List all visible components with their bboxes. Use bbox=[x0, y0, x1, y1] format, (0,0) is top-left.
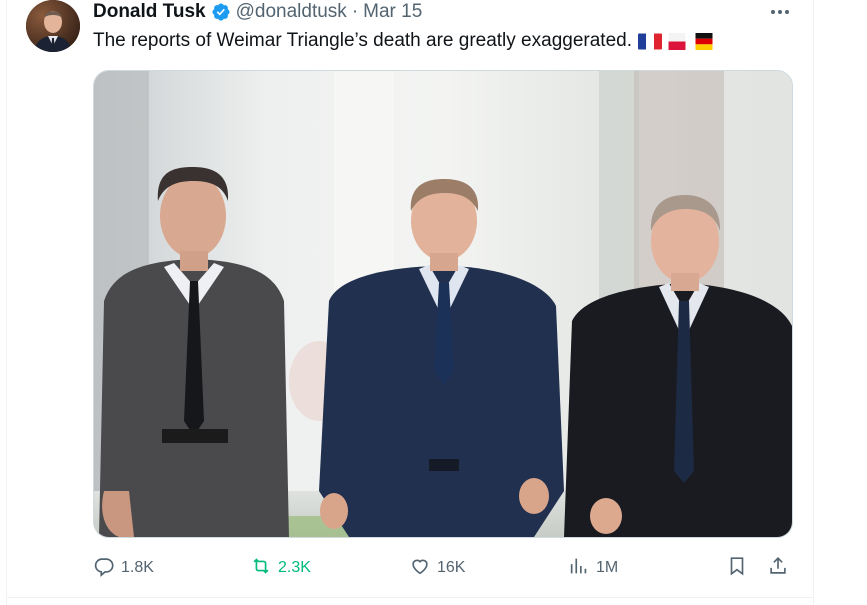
reply-button[interactable]: 1.8K bbox=[93, 554, 154, 582]
tweet-date[interactable]: Mar 15 bbox=[363, 1, 422, 23]
author-name[interactable]: Donald Tusk bbox=[93, 1, 206, 23]
column-divider-right bbox=[813, 0, 814, 605]
share-icon bbox=[767, 555, 789, 582]
column-divider-left bbox=[6, 0, 7, 605]
bookmark-icon bbox=[726, 555, 748, 582]
tweet-photo[interactable] bbox=[93, 70, 793, 538]
flag-poland-icon bbox=[665, 32, 689, 50]
repost-icon bbox=[250, 555, 272, 582]
reply-icon bbox=[93, 555, 115, 582]
avatar[interactable] bbox=[26, 0, 80, 52]
more-icon[interactable] bbox=[766, 4, 794, 20]
tweet-actions: 1.8K 2.3K 16K 1M bbox=[93, 554, 791, 582]
repost-button[interactable]: 2.3K bbox=[250, 554, 311, 582]
views-button[interactable]: 1M bbox=[568, 554, 618, 582]
reply-count: 1.8K bbox=[121, 559, 154, 576]
like-icon bbox=[409, 555, 431, 582]
tweet-text: The reports of Weimar Triangle’s death a… bbox=[93, 29, 716, 53]
views-icon bbox=[568, 555, 590, 582]
header-separator: · bbox=[351, 1, 359, 22]
share-button[interactable] bbox=[767, 554, 789, 582]
tweet-bottom-divider bbox=[6, 597, 814, 598]
flag-germany-icon bbox=[692, 32, 716, 50]
tweet-header: Donald Tusk @donaldtusk · Mar 15 bbox=[93, 0, 422, 24]
tweet-page: Donald Tusk @donaldtusk · Mar 15 The rep… bbox=[0, 0, 867, 605]
flag-france-icon bbox=[637, 33, 662, 50]
flag-emojis bbox=[637, 32, 716, 50]
verified-badge-icon bbox=[211, 2, 231, 22]
like-button[interactable]: 16K bbox=[409, 554, 465, 582]
bookmark-button[interactable] bbox=[726, 554, 748, 582]
tweet-body: The reports of Weimar Triangle’s death a… bbox=[93, 30, 632, 51]
author-handle[interactable]: @donaldtusk bbox=[236, 1, 347, 23]
repost-count: 2.3K bbox=[278, 559, 311, 576]
like-count: 16K bbox=[437, 559, 466, 576]
views-count: 1M bbox=[596, 559, 619, 576]
